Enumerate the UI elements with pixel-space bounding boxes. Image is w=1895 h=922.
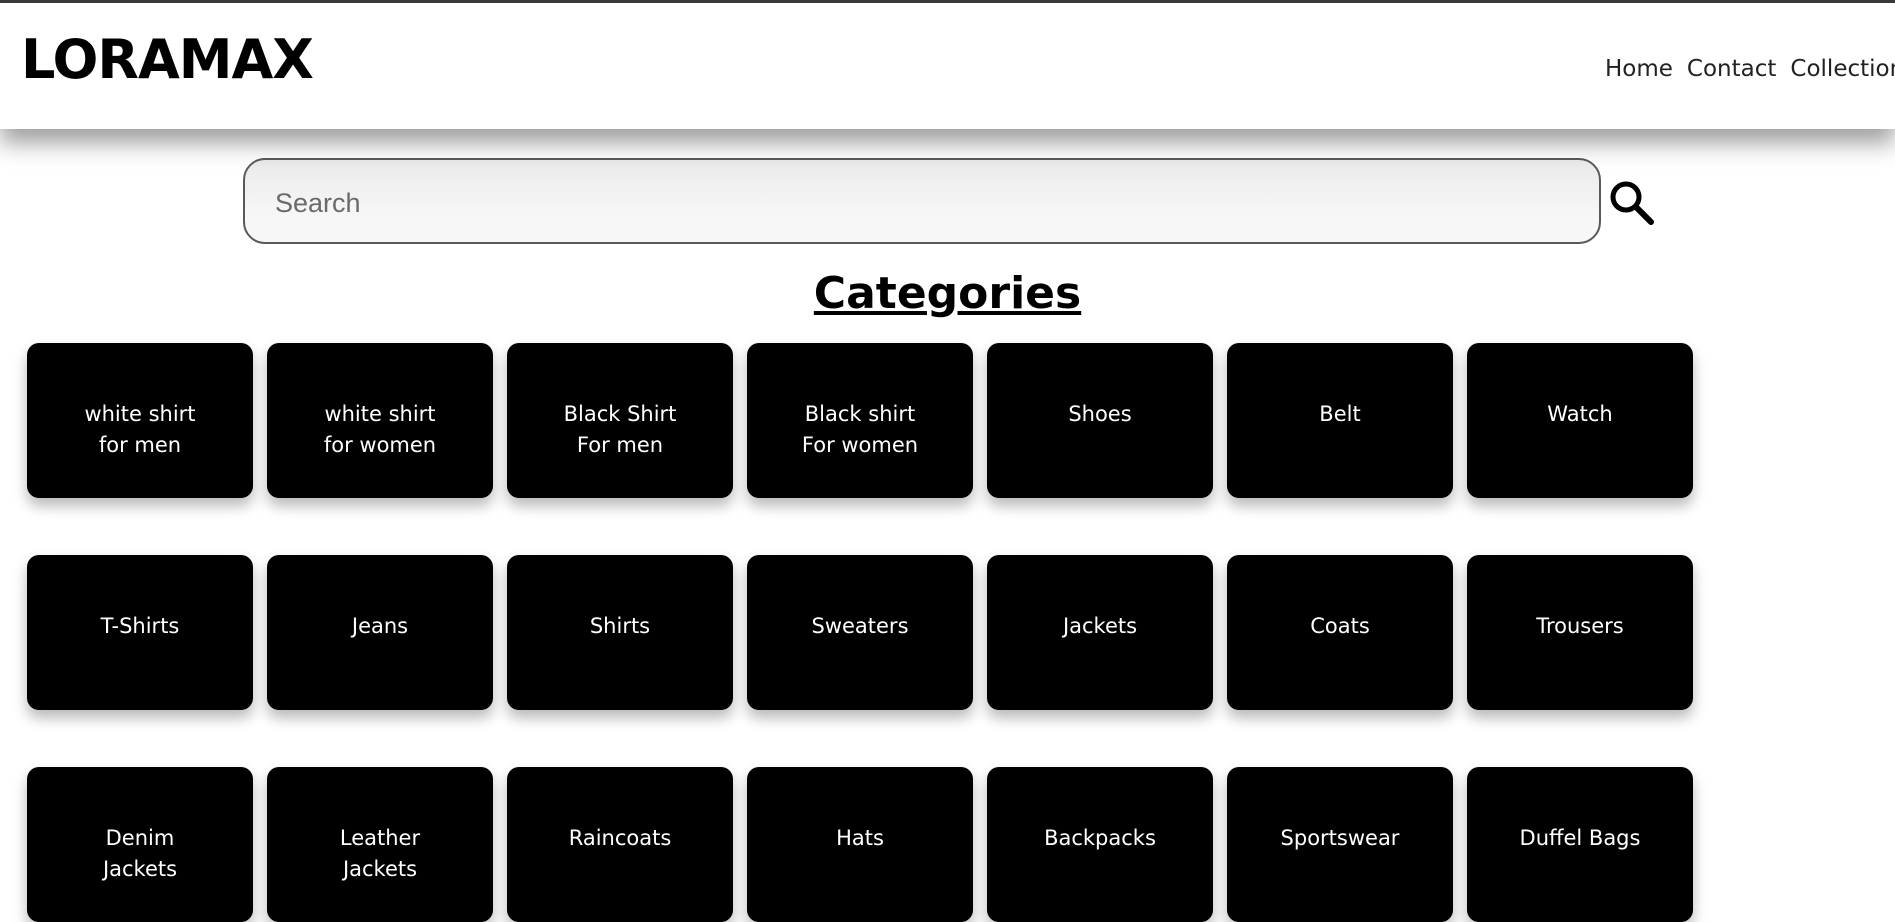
category-tile[interactable]: Coats [1227,555,1453,710]
category-tile[interactable]: Belt [1227,343,1453,498]
category-tile[interactable]: Raincoats [507,767,733,922]
category-label: Coats [1310,614,1370,638]
category-label: Leather Jackets [339,826,421,881]
category-label: Backpacks [1044,826,1156,850]
category-tile[interactable]: Shirts [507,555,733,710]
search-icon [1610,181,1654,225]
category-label: T-Shirts [100,614,180,638]
category-tile[interactable]: Shoes [987,343,1213,498]
category-label: Shoes [1068,402,1132,426]
category-tile[interactable]: Sportswear [1227,767,1453,922]
search-button[interactable] [1607,178,1655,226]
category-label: Denim Jackets [102,826,178,881]
category-tile[interactable]: white shirt for men [27,343,253,498]
category-label: Duffel Bags [1519,826,1641,850]
category-tile[interactable]: T-Shirts [27,555,253,710]
category-tile[interactable]: Backpacks [987,767,1213,922]
nav-link-contact[interactable]: Contact [1687,56,1776,82]
category-label: Watch [1547,402,1613,426]
category-label: Jackets [1062,614,1138,638]
category-label: white shirt for men [84,402,196,457]
category-tile[interactable]: Black shirt For women [747,343,973,498]
nav-link-home[interactable]: Home [1605,56,1673,82]
site-header: LORAMAX Home Contact Collection [0,3,1895,129]
category-label: Trousers [1536,614,1624,638]
search-input[interactable] [273,182,1567,224]
category-tile[interactable]: Denim Jackets [27,767,253,922]
category-label: Raincoats [568,826,672,850]
search-bar [243,158,1601,244]
category-label: Sweaters [811,614,909,638]
category-label: Sportswear [1280,826,1400,850]
category-label: Jeans [351,614,409,638]
category-label: Hats [836,826,884,850]
category-tile[interactable]: Watch [1467,343,1693,498]
category-label: Black shirt For women [801,402,919,457]
category-tile[interactable]: Sweaters [747,555,973,710]
category-tile[interactable]: Duffel Bags [1467,767,1693,922]
category-label: Belt [1319,402,1361,426]
category-tile[interactable]: Jeans [267,555,493,710]
main-nav: Home Contact Collection [1605,56,1895,82]
site-logo[interactable]: LORAMAX [21,33,314,87]
category-label: Shirts [589,614,651,638]
category-label: white shirt for women [323,402,437,457]
categories-heading: Categories [813,268,1082,319]
category-tile[interactable]: white shirt for women [267,343,493,498]
category-tile[interactable]: Trousers [1467,555,1693,710]
nav-link-collection[interactable]: Collection [1790,56,1895,82]
category-tile[interactable]: Hats [747,767,973,922]
category-label: Black Shirt For men [563,402,677,457]
category-tile[interactable]: Leather Jackets [267,767,493,922]
category-tile[interactable]: Black Shirt For men [507,343,733,498]
category-tile[interactable]: Jackets [987,555,1213,710]
